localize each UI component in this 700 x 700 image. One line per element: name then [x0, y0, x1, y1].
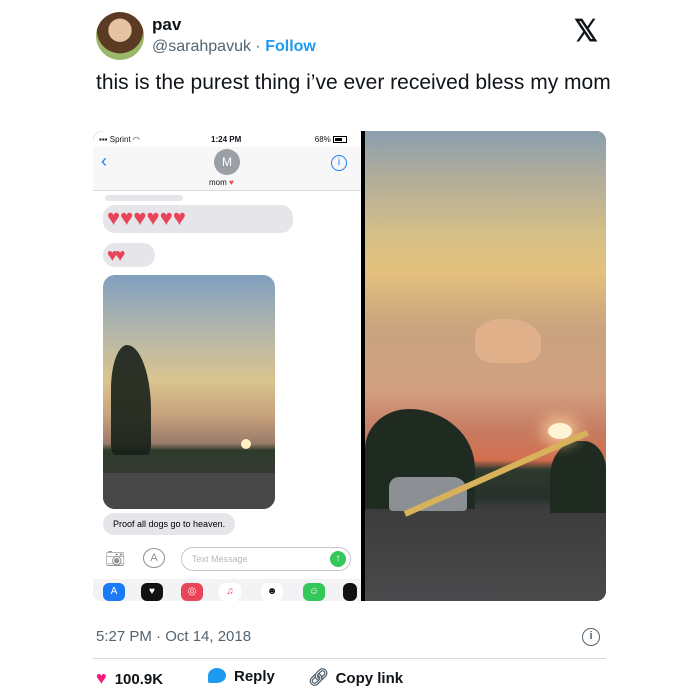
contact-name: mom ♥ — [209, 178, 234, 187]
sunset-photo-message[interactable] — [103, 275, 275, 509]
action-bar: ♥ 100.9K Reply 🔗︎ Copy link — [96, 668, 606, 690]
message-bubble-partial — [105, 195, 183, 201]
reply-bubble-icon — [208, 668, 226, 683]
avatar[interactable] — [96, 12, 144, 60]
back-chevron-icon[interactable]: ‹ — [101, 151, 107, 172]
sunset-photo[interactable] — [365, 131, 606, 601]
imessage-screenshot: ▪▪▪ Sprint ◠ 1:24 PM 68% ‹ M mom ♥ i ♥ ♥… — [93, 131, 361, 601]
handle-separator: · — [255, 38, 261, 55]
copy-link-button[interactable]: 🔗︎ Copy link — [308, 668, 403, 688]
camera-icon[interactable]: 📷︎ — [105, 549, 125, 569]
animoji-icon[interactable]: ☻ — [261, 583, 283, 601]
dog-shaped-cloud — [475, 319, 541, 363]
author-handle[interactable]: @sarahpavuk — [152, 38, 251, 55]
road-small — [103, 473, 275, 509]
battery-indicator: 68% — [315, 135, 347, 144]
message-input[interactable]: Text Message ↑ — [181, 547, 351, 571]
reply-label: Reply — [234, 668, 275, 685]
heart-reactions-small-icon: ♥♥ — [107, 245, 125, 265]
contact-name-label: mom — [209, 178, 227, 187]
music-icon[interactable]: ♫ — [219, 583, 241, 601]
author-name[interactable]: pav — [152, 15, 181, 35]
carrier-label: Sprint — [109, 135, 131, 144]
info-icon[interactable]: i — [331, 155, 347, 171]
heart-icon: ♥ — [96, 668, 107, 688]
tweet-media[interactable]: ▪▪▪ Sprint ◠ 1:24 PM 68% ‹ M mom ♥ i ♥ ♥… — [93, 131, 606, 601]
tweet-card: pav @sarahpavuk · Follow 𝕏 this is the p… — [78, 0, 622, 700]
caption-bubble: Proof all dogs go to heaven. — [103, 513, 236, 535]
battery-percent: 68% — [314, 135, 331, 144]
like-count: 100.9K — [114, 671, 164, 688]
copy-link-label: Copy link — [335, 670, 404, 687]
app-drawer: A ♥ ◎ ♫ ☻ ☺ — [93, 579, 361, 601]
divider — [93, 658, 606, 659]
contact-avatar[interactable]: M — [214, 149, 240, 175]
conversation-header: ‹ M mom ♥ i — [93, 147, 361, 191]
sticker-app-icon[interactable]: ☺ — [303, 583, 325, 601]
app-store-icon[interactable]: A — [143, 548, 165, 568]
x-logo-icon[interactable]: 𝕏 — [574, 14, 598, 49]
compose-bar: 📷︎ A Text Message ↑ — [93, 543, 361, 573]
digital-touch-icon[interactable]: ♥ — [141, 583, 163, 601]
tree-silhouette-right — [550, 441, 606, 513]
reply-button[interactable]: Reply — [208, 668, 275, 685]
follow-button[interactable]: Follow — [265, 38, 316, 55]
battery-icon — [333, 136, 347, 144]
send-arrow-icon[interactable]: ↑ — [330, 551, 346, 567]
message-input-placeholder: Text Message — [192, 554, 248, 564]
tweet-text: this is the purest thing i’ve ever recei… — [96, 71, 611, 94]
link-icon: 🔗︎ — [308, 668, 330, 687]
app-store-drawer-icon[interactable]: A — [103, 583, 125, 601]
heart-reactions-icon: ♥ ♥ ♥ ♥ ♥ ♥ — [107, 205, 186, 230]
tweet-timestamp[interactable]: 5:27 PM · Oct 14, 2018 — [96, 628, 251, 645]
signal-carrier: ▪▪▪ Sprint ◠ — [99, 135, 140, 144]
more-apps-icon[interactable] — [343, 583, 357, 601]
palm-tree-silhouette — [111, 345, 151, 455]
like-button[interactable]: ♥ 100.9K — [96, 668, 163, 689]
status-bar: ▪▪▪ Sprint ◠ 1:24 PM 68% — [93, 131, 361, 147]
status-time: 1:24 PM — [211, 135, 242, 144]
search-images-icon[interactable]: ◎ — [181, 583, 203, 601]
info-circle-icon[interactable]: i — [582, 628, 600, 646]
tweet-header: pav @sarahpavuk · Follow 𝕏 — [96, 12, 606, 62]
heart-emoji-icon: ♥ — [229, 178, 234, 187]
sun-small — [241, 439, 251, 449]
author-handle-line: @sarahpavuk · Follow — [152, 38, 316, 56]
